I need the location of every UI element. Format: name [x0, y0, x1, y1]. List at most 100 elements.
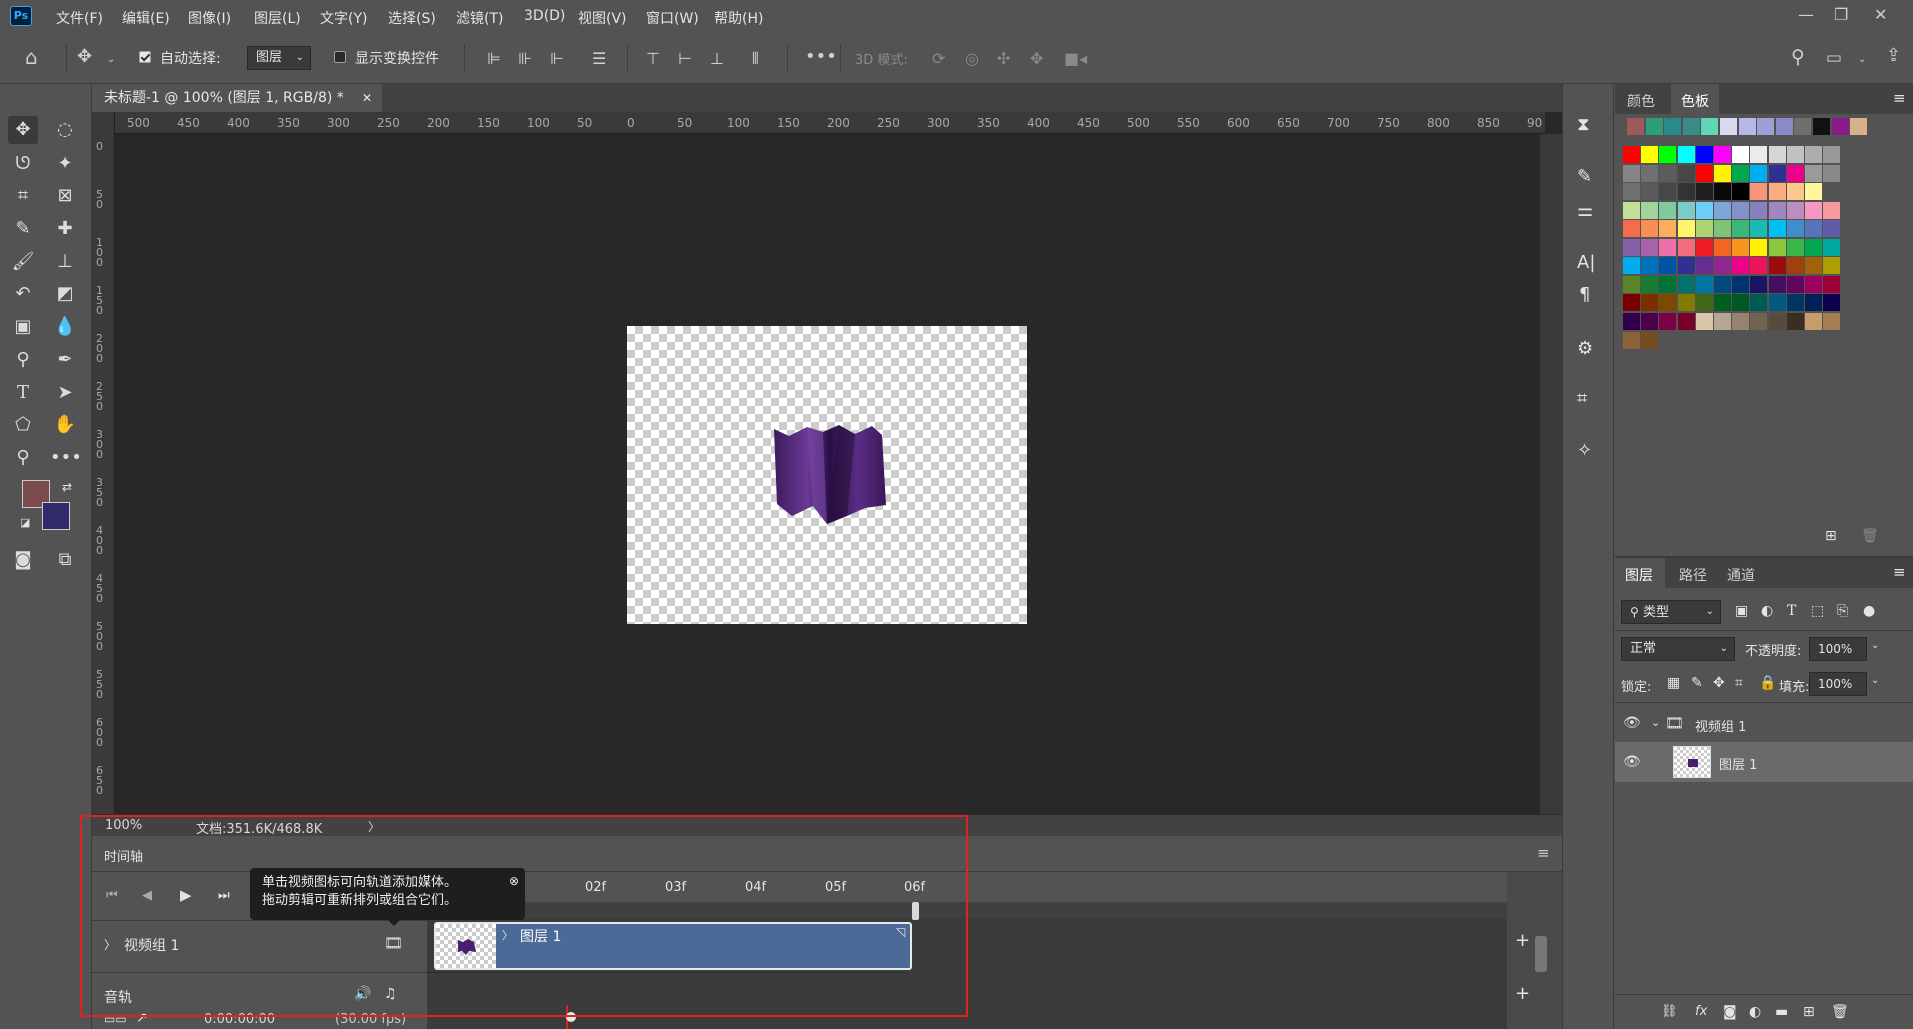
color-swatch[interactable]: [1659, 257, 1677, 274]
menu-select[interactable]: 选择(S): [388, 8, 436, 28]
hand-tool-icon[interactable]: ✋: [50, 411, 80, 439]
color-swatch[interactable]: [1823, 146, 1841, 163]
color-swatch[interactable]: [1623, 146, 1640, 163]
tab-channels[interactable]: 通道: [1727, 565, 1755, 585]
color-swatch[interactable]: [1659, 276, 1677, 293]
color-swatch[interactable]: [1623, 165, 1640, 182]
color-swatch[interactable]: [1805, 257, 1822, 274]
color-swatch[interactable]: [1695, 276, 1713, 293]
new-layer-icon[interactable]: ⊞: [1803, 1004, 1815, 1020]
color-swatch[interactable]: [1768, 239, 1786, 256]
eraser-icon[interactable]: ◩: [50, 280, 80, 308]
color-swatch[interactable]: [1786, 183, 1804, 200]
color-swatch[interactable]: [1714, 146, 1731, 163]
properties-icon[interactable]: ⚙: [1577, 338, 1593, 359]
color-swatch[interactable]: [1677, 202, 1695, 219]
color-swatch[interactable]: [1623, 294, 1640, 311]
chevron-down-icon[interactable]: ⌄: [1651, 716, 1660, 729]
color-swatch[interactable]: [1805, 202, 1822, 219]
color-swatch[interactable]: [1823, 202, 1841, 219]
filter-toggle-icon[interactable]: ●: [1863, 603, 1875, 619]
color-swatch[interactable]: [1786, 276, 1804, 293]
blur-tool-icon[interactable]: 💧: [50, 313, 80, 341]
color-swatch[interactable]: [1805, 220, 1822, 237]
color-swatch[interactable]: [1850, 118, 1868, 135]
color-swatch[interactable]: [1805, 165, 1822, 182]
align-top-icon[interactable]: ⊤: [646, 51, 660, 67]
frame-tool-icon[interactable]: ⊠: [50, 182, 80, 210]
color-swatch[interactable]: [1750, 239, 1768, 256]
quick-mask-icon[interactable]: ◙: [8, 546, 38, 574]
tab-swatches[interactable]: 色板: [1681, 91, 1709, 111]
menu-view[interactable]: 视图(V): [578, 8, 627, 28]
color-swatch[interactable]: [1677, 239, 1695, 256]
filter-type-icon[interactable]: T: [1787, 603, 1796, 619]
filter-shape-icon[interactable]: ⬚: [1811, 603, 1824, 619]
color-swatch[interactable]: [1623, 276, 1640, 293]
color-swatch[interactable]: [1641, 313, 1659, 330]
color-swatch[interactable]: [1641, 239, 1659, 256]
color-swatch[interactable]: [1768, 313, 1786, 330]
shape-tool-icon[interactable]: ⬠: [8, 411, 38, 439]
filter-adjustment-icon[interactable]: ◐: [1761, 603, 1773, 619]
menu-image[interactable]: 图像(I): [188, 8, 231, 28]
menu-layer[interactable]: 图层(L): [254, 8, 301, 28]
workspace-icon[interactable]: ▭: [1826, 50, 1842, 67]
color-swatch[interactable]: [1623, 332, 1640, 349]
eye-icon[interactable]: 👁: [1623, 754, 1641, 770]
color-swatch[interactable]: [1714, 239, 1731, 256]
color-swatch[interactable]: [1695, 239, 1713, 256]
color-swatch[interactable]: [1750, 313, 1768, 330]
color-swatch[interactable]: [1623, 183, 1640, 200]
trash-icon[interactable]: 🗑: [1861, 528, 1879, 544]
color-swatch[interactable]: [1768, 202, 1786, 219]
document-canvas[interactable]: [627, 326, 1027, 624]
color-swatch[interactable]: [1750, 276, 1768, 293]
color-swatch[interactable]: [1695, 294, 1713, 311]
color-swatch[interactable]: [1695, 257, 1713, 274]
color-swatch[interactable]: [1786, 165, 1804, 182]
share-icon[interactable]: ⇪: [1886, 47, 1901, 65]
filter-pixel-icon[interactable]: ▣: [1735, 603, 1748, 619]
color-swatch[interactable]: [1645, 118, 1663, 135]
add-media-icon[interactable]: +: [1515, 930, 1530, 951]
color-swatch[interactable]: [1641, 332, 1659, 349]
color-swatch[interactable]: [1823, 239, 1841, 256]
color-swatch[interactable]: [1701, 118, 1719, 135]
color-swatch[interactable]: [1786, 257, 1804, 274]
brush-tool-icon[interactable]: 🖌: [8, 248, 38, 276]
lock-image-icon[interactable]: ✎: [1691, 675, 1703, 691]
chevron-down-icon[interactable]: ⌄: [1871, 640, 1879, 651]
color-swatch[interactable]: [1786, 202, 1804, 219]
color-swatch[interactable]: [1805, 294, 1822, 311]
layer-filter-dropdown[interactable]: ⚲ 类型 ⌄: [1621, 600, 1721, 624]
color-swatch[interactable]: [1732, 183, 1750, 200]
adjustment-layer-icon[interactable]: ◐: [1749, 1004, 1761, 1020]
color-swatch[interactable]: [1823, 294, 1841, 311]
color-swatch[interactable]: [1768, 294, 1786, 311]
3d-orbit-icon[interactable]: ⟳: [932, 51, 945, 67]
layer-row-layer1[interactable]: 👁 图层 1: [1615, 742, 1913, 782]
color-swatch[interactable]: [1823, 257, 1841, 274]
color-swatch[interactable]: [1750, 220, 1768, 237]
color-swatch[interactable]: [1768, 165, 1786, 182]
color-swatch[interactable]: [1659, 220, 1677, 237]
more-tools-icon[interactable]: •••: [50, 444, 82, 472]
color-swatch[interactable]: [1823, 165, 1841, 182]
adjustments-icon[interactable]: ⚌: [1577, 200, 1593, 221]
color-swatch[interactable]: [1732, 165, 1750, 182]
color-swatch[interactable]: [1677, 294, 1695, 311]
color-swatch[interactable]: [1794, 118, 1812, 135]
color-swatch[interactable]: [1714, 294, 1731, 311]
color-swatch[interactable]: [1750, 146, 1768, 163]
color-swatch[interactable]: [1677, 183, 1695, 200]
color-swatch[interactable]: [1659, 183, 1677, 200]
color-swatch[interactable]: [1695, 165, 1713, 182]
link-layers-icon[interactable]: ⛓: [1661, 1004, 1678, 1019]
color-swatch[interactable]: [1677, 313, 1695, 330]
restore-icon[interactable]: ❐: [1834, 5, 1848, 24]
color-swatch[interactable]: [1757, 118, 1775, 135]
color-swatch[interactable]: [1750, 294, 1768, 311]
color-swatch[interactable]: [1768, 276, 1786, 293]
lock-position-icon[interactable]: ✥: [1713, 675, 1725, 691]
